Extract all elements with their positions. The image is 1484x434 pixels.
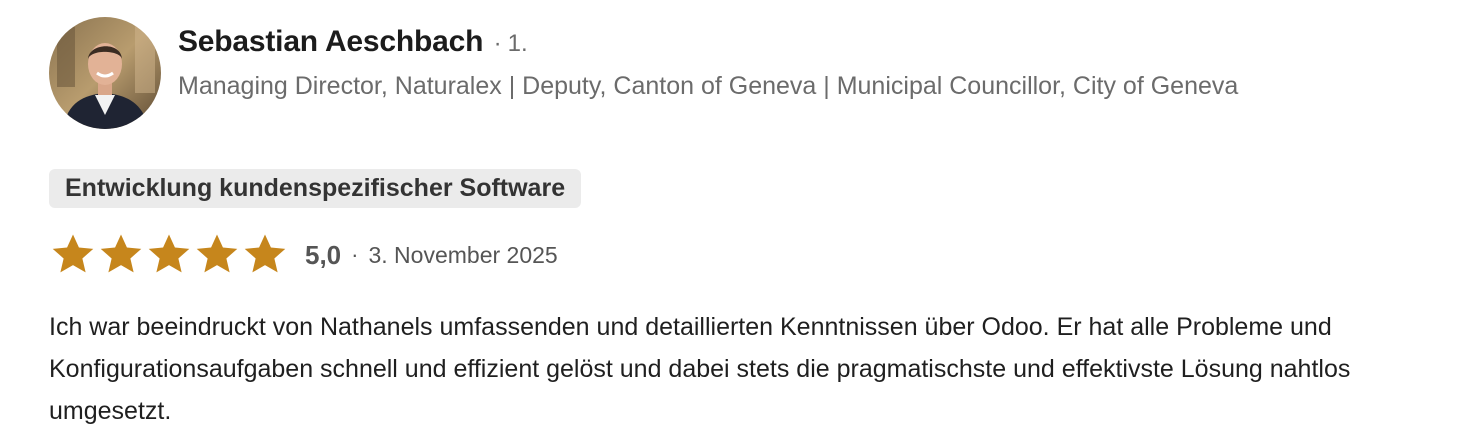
star-icon <box>146 233 192 277</box>
star-icon <box>242 233 288 277</box>
star-icon <box>194 233 240 277</box>
avatar[interactable] <box>49 17 161 129</box>
star-icon <box>98 233 144 277</box>
reviewer-name-line: Sebastian Aeschbach · 1. <box>178 22 528 67</box>
review-card: Sebastian Aeschbach · 1. Managing Directo… <box>0 0 1484 434</box>
reviewer-headline: Managing Director, Naturalex | Deputy, C… <box>178 72 1239 100</box>
review-text: Ich war beeindruckt von Nathanels umfass… <box>49 313 1351 425</box>
degree-separator: · <box>493 30 502 57</box>
rating-row: 5,0 · 3. November 2025 <box>50 233 558 277</box>
review-date: 3. November 2025 <box>368 241 558 268</box>
rating-separator: · <box>351 242 359 267</box>
connection-degree: · 1. <box>494 30 528 57</box>
service-tag: Entwicklung kundenspezifischer Software <box>49 169 582 208</box>
degree-value: 1. <box>507 30 528 57</box>
person-photo-icon <box>49 17 161 129</box>
star-icon <box>50 233 96 277</box>
star-rating <box>50 233 288 277</box>
rating-score: 5,0 <box>305 239 342 270</box>
reviewer-name[interactable]: Sebastian Aeschbach <box>178 25 483 58</box>
